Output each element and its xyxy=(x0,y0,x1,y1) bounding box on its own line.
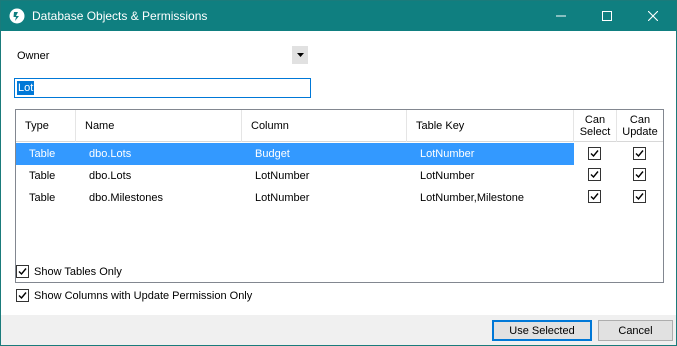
can-update-checkbox[interactable] xyxy=(633,168,646,181)
cell-table-key: LotNumber xyxy=(420,170,475,182)
checkmark-icon xyxy=(635,193,644,201)
header-column[interactable]: Column xyxy=(242,110,407,142)
header-can-select-line2: Select xyxy=(579,126,611,138)
minimize-icon xyxy=(556,15,566,17)
show-tables-only-label[interactable]: Show Tables Only xyxy=(34,266,122,278)
dialog-window: Database Objects & Permissions Owner Lot… xyxy=(0,0,677,346)
owner-dropdown-button[interactable] xyxy=(292,46,308,64)
cell-table-key: LotNumber,Milestone xyxy=(420,192,524,204)
can-update-checkbox[interactable] xyxy=(633,190,646,203)
grid-header: Type Name Column Table Key Can Select Ca… xyxy=(16,110,663,142)
show-update-only-checkbox[interactable] xyxy=(16,289,29,302)
header-type[interactable]: Type xyxy=(16,110,76,142)
cell-type: Table xyxy=(29,148,56,160)
cell-type: Table xyxy=(29,170,56,182)
cell-column: Budget xyxy=(255,148,290,160)
checkmark-icon xyxy=(635,171,644,179)
checkmark-icon xyxy=(590,171,599,179)
header-can-update-text: Can Update xyxy=(622,114,657,138)
close-button[interactable] xyxy=(630,1,676,31)
cell-name: dbo.Lots xyxy=(89,148,132,160)
chevron-down-icon xyxy=(296,53,304,57)
can-select-checkbox[interactable] xyxy=(588,190,601,203)
show-tables-only-checkbox[interactable] xyxy=(16,265,29,278)
cell-column: LotNumber xyxy=(255,192,310,204)
header-can-select[interactable]: Can Select xyxy=(574,110,617,142)
title-bar[interactable]: Database Objects & Permissions xyxy=(1,1,676,31)
table-row[interactable]: Table dbo.Milestones LotNumber LotNumber… xyxy=(16,187,663,209)
close-icon xyxy=(648,11,658,21)
header-can-select-text: Can Select xyxy=(580,114,611,138)
show-update-only-label[interactable]: Show Columns with Update Permission Only xyxy=(34,290,252,302)
checkmark-icon xyxy=(18,292,27,300)
objects-grid[interactable]: Type Name Column Table Key Can Select Ca… xyxy=(15,109,664,283)
dialog-content: Owner Lot Type Name Column Table Key Can… xyxy=(1,31,676,315)
cell-name: dbo.Milestones xyxy=(89,192,163,204)
window-title: Database Objects & Permissions xyxy=(32,9,208,23)
checkmark-icon xyxy=(590,193,599,201)
maximize-icon xyxy=(602,11,612,21)
app-icon xyxy=(9,8,25,24)
cell-table-key: LotNumber xyxy=(420,148,475,160)
use-selected-button[interactable]: Use Selected xyxy=(492,320,592,341)
owner-select[interactable]: Owner xyxy=(17,50,49,62)
header-name[interactable]: Name xyxy=(76,110,242,142)
header-can-update-line2: Update xyxy=(622,126,658,138)
checkmark-icon xyxy=(18,268,27,276)
header-can-update-line1: Can xyxy=(629,114,651,126)
cell-column: LotNumber xyxy=(255,170,310,182)
header-table-key[interactable]: Table Key xyxy=(407,110,574,142)
header-can-select-line1: Can xyxy=(584,114,606,126)
maximize-button[interactable] xyxy=(584,1,630,31)
can-select-checkbox[interactable] xyxy=(588,168,601,181)
filter-input[interactable]: Lot xyxy=(14,78,311,98)
minimize-button[interactable] xyxy=(538,1,584,31)
checkmark-icon xyxy=(635,150,644,158)
can-update-checkbox[interactable] xyxy=(633,147,646,160)
table-row[interactable]: Table dbo.Lots LotNumber LotNumber xyxy=(16,165,663,187)
can-select-checkbox[interactable] xyxy=(588,147,601,160)
checkmark-icon xyxy=(590,150,599,158)
header-can-update[interactable]: Can Update xyxy=(617,110,663,142)
filter-input-value: Lot xyxy=(17,81,35,95)
dialog-footer: Use Selected Cancel xyxy=(1,315,676,345)
cancel-button[interactable]: Cancel xyxy=(598,320,673,341)
table-row[interactable]: Table dbo.Lots Budget LotNumber xyxy=(16,143,663,165)
cell-name: dbo.Lots xyxy=(89,170,132,182)
cell-type: Table xyxy=(29,192,56,204)
